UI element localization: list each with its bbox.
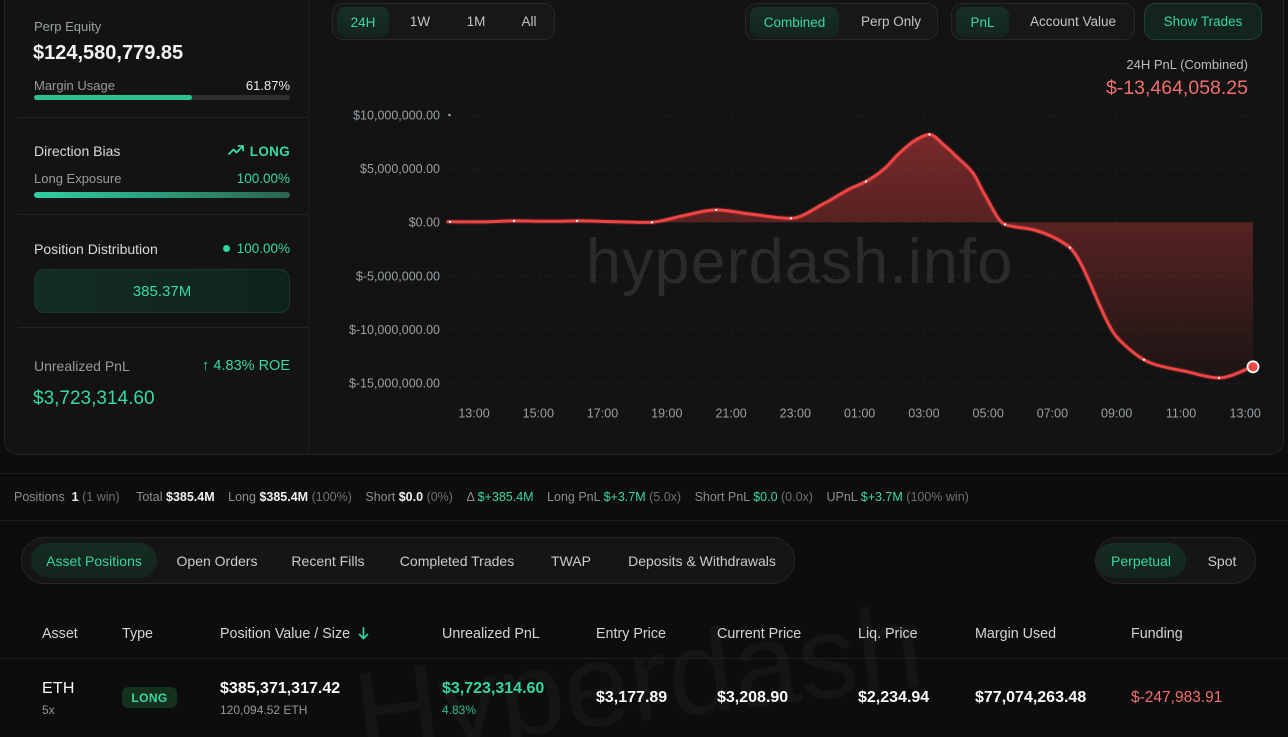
svg-text:$5,000,000.00: $5,000,000.00 [360,162,440,176]
svg-text:$-10,000,000.00: $-10,000,000.00 [349,323,440,337]
svg-text:09:00: 09:00 [1101,407,1132,421]
svg-text:01:00: 01:00 [844,407,875,421]
svg-text:05:00: 05:00 [973,407,1004,421]
svg-text:03:00: 03:00 [908,407,939,421]
svg-text:11:00: 11:00 [1166,407,1196,421]
svg-text:21:00: 21:00 [715,407,746,421]
svg-text:13:00: 13:00 [1230,407,1261,421]
svg-text:19:00: 19:00 [651,407,682,421]
svg-text:07:00: 07:00 [1037,407,1068,421]
svg-text:$0.00: $0.00 [409,216,440,230]
svg-text:$-5,000,000.00: $-5,000,000.00 [356,269,440,283]
svg-text:$10,000,000.00: $10,000,000.00 [353,108,440,122]
svg-text:17:00: 17:00 [587,407,618,421]
svg-text:15:00: 15:00 [523,407,554,421]
svg-text:13:00: 13:00 [458,407,489,421]
svg-text:23:00: 23:00 [780,407,811,421]
svg-text:$-15,000,000.00: $-15,000,000.00 [349,377,440,391]
